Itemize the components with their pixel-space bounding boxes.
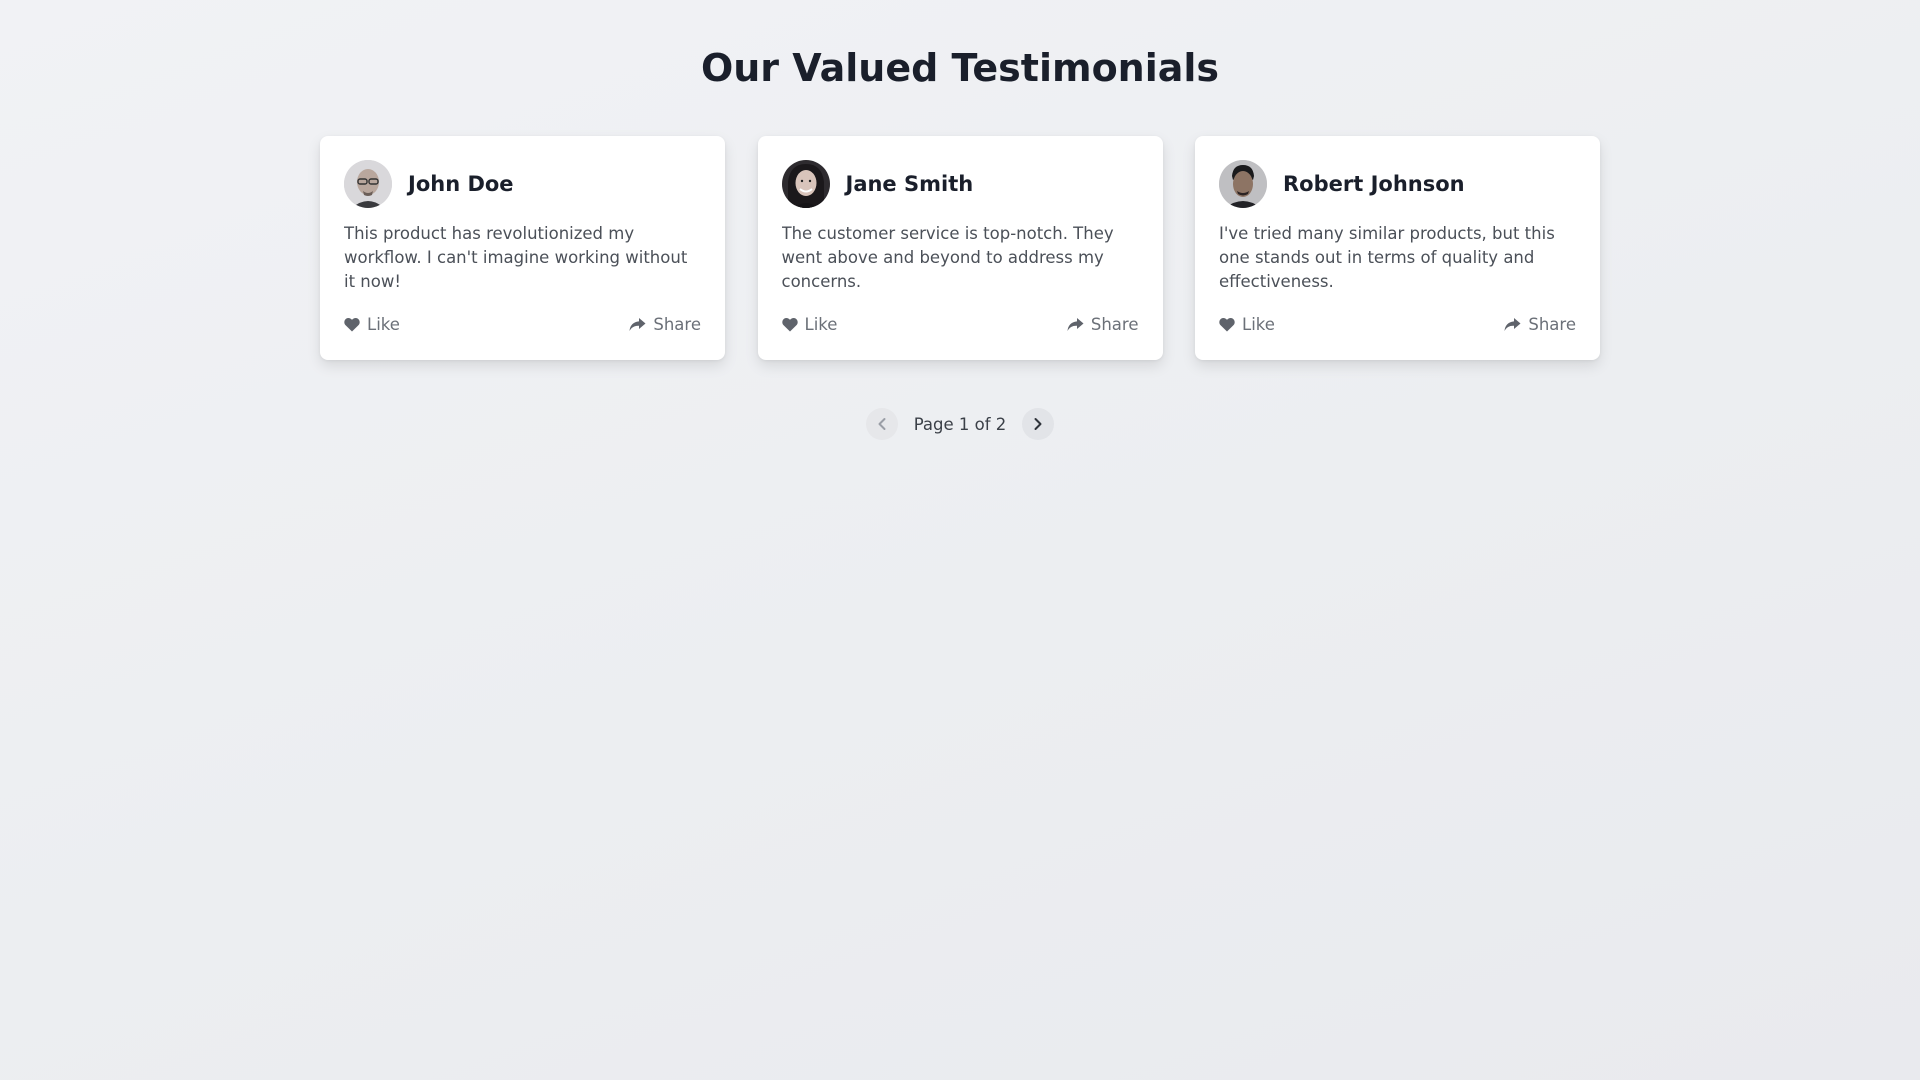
card-header: John Doe [344, 160, 701, 208]
card-actions: Like Share [781, 311, 1139, 337]
testimonial-text: This product has revolutionized my workf… [344, 224, 688, 291]
avatar [1219, 160, 1267, 208]
previous-page-button[interactable] [865, 408, 898, 440]
testimonial-list: John Doe This product has revolutionized… [320, 136, 1600, 360]
testimonial-card: John Doe This product has revolutionized… [320, 136, 725, 360]
testimonial-card: Jane Smith The customer service is top-n… [757, 136, 1163, 360]
testimonial-text: The customer service is top-notch. They … [781, 224, 1114, 291]
testimonial-card: Robert Johnson I've tried many similar p… [1195, 136, 1600, 360]
card-actions: Like Share [1219, 311, 1576, 337]
share-icon [1504, 317, 1521, 331]
card-actions: Like Share [344, 311, 701, 337]
reviewer-name: John Doe [408, 172, 514, 196]
like-button[interactable]: Like [781, 314, 838, 334]
heart-icon [344, 317, 360, 331]
chevron-left-icon [878, 418, 886, 430]
next-page-button[interactable] [1022, 408, 1055, 440]
page-indicator: Page 1 of 2 [913, 414, 1007, 434]
card-header: Robert Johnson [1219, 160, 1576, 208]
share-button[interactable]: Share [629, 315, 701, 334]
like-label: Like [1242, 314, 1275, 334]
like-label: Like [804, 314, 838, 334]
heart-icon [781, 317, 798, 331]
share-button[interactable]: Share [1504, 315, 1576, 334]
reviewer-name: Robert Johnson [1283, 172, 1465, 196]
share-icon [1067, 317, 1084, 331]
like-button[interactable]: Like [344, 315, 400, 334]
share-label: Share [1090, 314, 1139, 334]
reviewer-name: Jane Smith [845, 172, 974, 196]
heart-icon [1219, 317, 1235, 331]
share-button[interactable]: Share [1067, 315, 1139, 334]
share-icon [629, 317, 646, 331]
card-header: Jane Smith [781, 160, 1139, 208]
share-label: Share [1528, 314, 1576, 334]
pagination: Page 1 of 2 [0, 408, 1920, 440]
like-button[interactable]: Like [1219, 315, 1275, 334]
like-label: Like [367, 314, 400, 334]
testimonial-text: I've tried many similar products, but th… [1219, 224, 1555, 291]
avatar [344, 160, 392, 208]
chevron-right-icon [1034, 418, 1042, 430]
page-title: Our Valued Testimonials [700, 46, 1220, 90]
avatar-john-doe-image [344, 160, 392, 208]
avatar-robert-johnson-image [1219, 160, 1267, 208]
avatar-jane-smith-image [781, 160, 830, 208]
share-label: Share [653, 314, 701, 334]
avatar [781, 160, 830, 208]
